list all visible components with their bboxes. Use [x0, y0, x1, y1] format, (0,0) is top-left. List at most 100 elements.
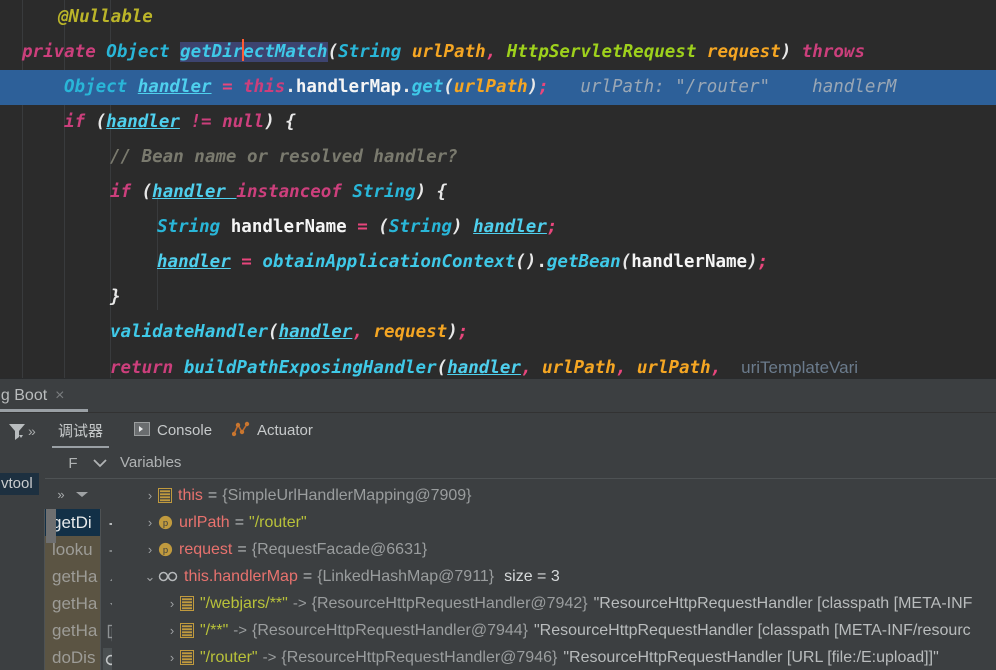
- close-icon[interactable]: ×: [55, 388, 64, 404]
- param-p-icon: p: [158, 542, 173, 557]
- var-request[interactable]: › p request = {RequestFacade@6631}: [112, 536, 996, 563]
- param-p-icon: p: [158, 515, 173, 530]
- line-close-brace[interactable]: }: [0, 280, 996, 315]
- var-wildcard-entry[interactable]: › "/**" -> {ResourceHttpRequestHandler@7944…: [112, 617, 996, 644]
- code-token: .: [536, 252, 547, 272]
- variables-tree[interactable]: › this = {SimpleUrlHandlerMapping@7909} › p ur…: [112, 482, 996, 670]
- variable-name: this: [178, 487, 203, 504]
- frames-overflow-icon[interactable]: »: [57, 487, 64, 502]
- code-token: getBean: [546, 252, 621, 272]
- chevron-down-icon[interactable]: [92, 455, 108, 472]
- console-icon: [134, 421, 150, 441]
- code-token: null: [222, 112, 265, 132]
- filter-icon[interactable]: [6, 420, 28, 442]
- code-token: .: [285, 77, 296, 97]
- code-token: handler: [278, 322, 353, 342]
- line-validate-handler[interactable]: validateHandler(handler, request);: [0, 315, 996, 350]
- var-this[interactable]: › this = {SimpleUrlHandlerMapping@7909}: [112, 482, 996, 509]
- variable-value: {ResourceHttpRequestHandler@7944}: [252, 622, 528, 639]
- code-editor[interactable]: @Nullable private Object getDirectMatch(S…: [0, 0, 996, 378]
- code-token: getDirectMatch: [180, 39, 328, 62]
- line-method-signature[interactable]: private Object getDirectMatch(String url…: [0, 35, 996, 70]
- overflow-chevron-icon[interactable]: »: [28, 420, 36, 442]
- chevron-right-icon[interactable]: ›: [142, 509, 158, 536]
- line-obtain-context[interactable]: handler = obtainApplicationContext().get…: [0, 245, 996, 280]
- tab-actuator-label: Actuator: [257, 422, 313, 439]
- debug-tool-window: ng Boot × » 调试器: [0, 378, 996, 670]
- tab-debugger[interactable]: 调试器: [52, 413, 110, 448]
- run-tab-spring-boot[interactable]: ng Boot ×: [0, 381, 75, 411]
- tab-actuator[interactable]: Actuator: [226, 413, 319, 448]
- code-token: handler: [152, 182, 237, 202]
- var-urlpath[interactable]: › p urlPath = "/router": [112, 509, 996, 536]
- code-token: uriTemplateVari: [731, 358, 859, 377]
- var-handlermap[interactable]: ⌄ this.handlerMap = {LinkedHashMap@7911} siz…: [112, 563, 996, 590]
- chevron-right-icon[interactable]: ›: [142, 482, 158, 509]
- code-token: (): [515, 252, 537, 272]
- var-webjars-entry[interactable]: › "/webjars/**" -> {ResourceHttpRequestHand…: [112, 590, 996, 617]
- tab-console[interactable]: Console: [128, 413, 218, 448]
- panel-divider: [100, 509, 101, 670]
- frames-scrollbar[interactable]: [46, 509, 56, 543]
- equals-sign: =: [234, 514, 245, 531]
- code-lines[interactable]: @Nullable private Object getDirectMatch(S…: [0, 0, 996, 378]
- map-key: "/webjars/**": [200, 595, 288, 612]
- ide-debug-window: @Nullable private Object getDirectMatch(S…: [0, 0, 996, 670]
- code-token: ): [747, 252, 758, 272]
- code-token: get: [411, 77, 444, 97]
- chevron-down-icon[interactable]: ⌄: [142, 563, 158, 590]
- code-token: handlerName: [230, 217, 347, 237]
- code-token: request: [373, 322, 448, 342]
- frames-dropdown-icon[interactable]: [75, 487, 89, 502]
- frame-list-item[interactable]: getHa: [45, 590, 101, 617]
- equals-sign: =: [207, 487, 218, 504]
- frames-header-label: F: [68, 454, 78, 472]
- code-token: ): [447, 322, 458, 342]
- map-arrow: ->: [233, 622, 248, 639]
- code-token: }: [110, 287, 121, 307]
- variables-header-separator: [112, 478, 996, 479]
- frames-toolbar: »: [45, 479, 101, 509]
- map-arrow: ->: [262, 649, 277, 666]
- watch-oo-icon: [158, 570, 178, 583]
- line-return-build[interactable]: return buildPathExposingHandler(handler,…: [0, 350, 996, 378]
- variables-header: Variables: [120, 454, 182, 471]
- frame-list-item[interactable]: getHa: [45, 617, 101, 644]
- code-token: urlPath: [542, 358, 616, 378]
- line-handler-get[interactable]: Object handler = this.handlerMap.get(url…: [0, 70, 996, 105]
- devtool-chip[interactable]: vtool: [0, 473, 39, 495]
- line-handlername[interactable]: String handlerName = (String) handler;: [0, 210, 996, 245]
- variable-value: {ResourceHttpRequestHandler@7942}: [311, 595, 588, 612]
- code-token: private: [22, 42, 107, 62]
- code-token: ;: [546, 217, 558, 237]
- line-if-instanceof[interactable]: if (handler instanceof String) {: [0, 175, 996, 210]
- line-if-null[interactable]: if (handler != null) {: [0, 105, 996, 140]
- frame-list-item[interactable]: doDis: [45, 644, 101, 670]
- line-comment[interactable]: // Bean name or resolved handler?: [0, 140, 996, 175]
- variable-name: this.handlerMap: [184, 568, 298, 585]
- line-annotation[interactable]: @Nullable: [0, 0, 996, 35]
- tab-debugger-label: 调试器: [58, 423, 104, 440]
- collection-size: size = 3: [504, 568, 560, 585]
- code-token: ): [452, 217, 474, 237]
- code-token: ) {: [264, 112, 296, 132]
- variable-description: "ResourceHttpRequestHandler [classpath […: [593, 595, 973, 612]
- var-router-entry[interactable]: › "/router" -> {ResourceHttpRequestHandler@…: [112, 644, 996, 670]
- chevron-right-icon[interactable]: ›: [142, 536, 158, 563]
- chevron-right-icon[interactable]: ›: [164, 644, 180, 670]
- map-arrow: ->: [292, 595, 307, 612]
- code-token: ,: [520, 358, 543, 378]
- debug-toolbar: » 调试器 Console Actuator: [0, 413, 996, 481]
- code-token: urlPath: [636, 358, 711, 378]
- variable-value: {ResourceHttpRequestHandler@7946}: [281, 649, 558, 666]
- map-key: "/**": [200, 622, 229, 639]
- chevron-right-icon[interactable]: ›: [164, 617, 180, 644]
- code-token: if: [110, 182, 142, 202]
- frame-list-item[interactable]: getHa: [45, 563, 101, 590]
- code-token: ;: [538, 77, 549, 97]
- code-token: String: [352, 182, 416, 202]
- chevron-right-icon[interactable]: ›: [164, 590, 180, 617]
- code-token: ,: [352, 322, 374, 342]
- code-token: ,: [615, 358, 637, 378]
- code-token: (: [268, 322, 279, 342]
